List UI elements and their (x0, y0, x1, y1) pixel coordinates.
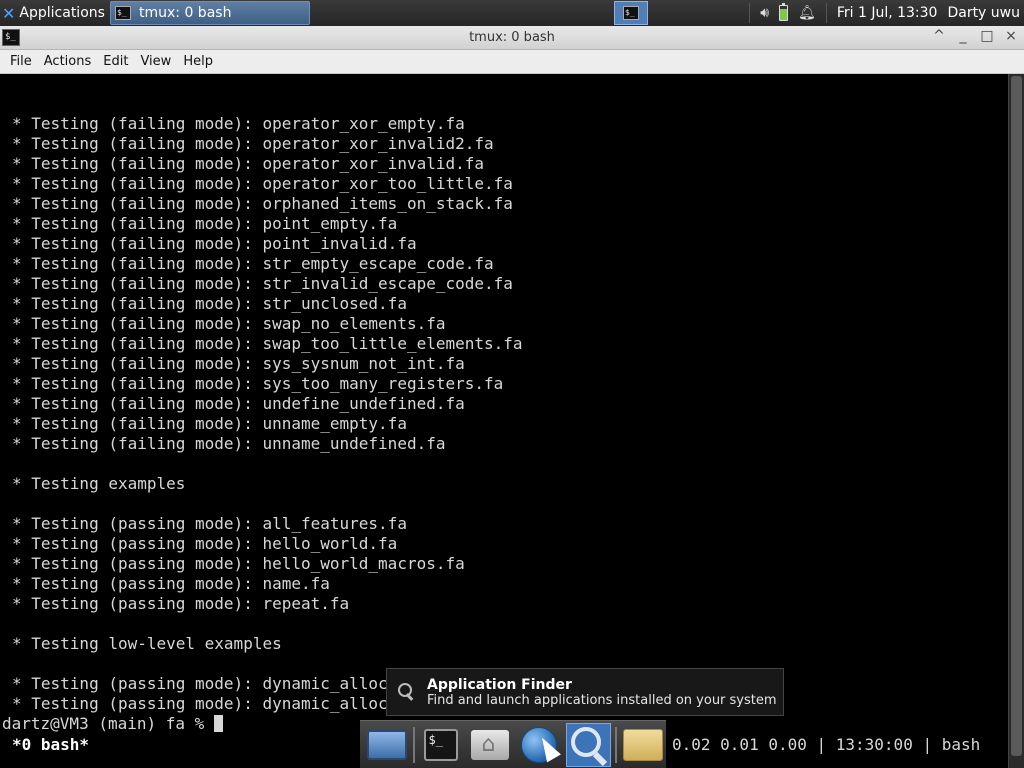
terminal-line: * Testing (passing mode): hello_world.fa (12, 534, 398, 553)
terminal-line: * Testing (failing mode): unname_empty.f… (12, 414, 407, 433)
maximize-button[interactable]: □ (980, 28, 994, 44)
terminal-line: * Testing (failing mode): sys_sysnum_not… (12, 354, 465, 373)
terminal-line: * Testing (failing mode): operator_xor_i… (12, 154, 485, 173)
terminal-line: * Testing (failing mode): point_empty.fa (12, 214, 398, 233)
notification-bell-icon[interactable]: 🔔︎ (798, 5, 816, 21)
taskbar-window-title: tmux: 0 bash (139, 5, 232, 21)
shade-button[interactable]: ^ (932, 28, 946, 44)
menu-view[interactable]: View (134, 54, 177, 69)
menu-bar: File Actions Edit View Help (0, 50, 1024, 74)
terminal-line: * Testing examples (12, 474, 186, 493)
menu-edit[interactable]: Edit (97, 54, 134, 69)
window-title: tmux: 0 bash (469, 30, 555, 45)
terminal-line: * Testing (failing mode): orphaned_items… (12, 194, 513, 213)
terminal-line: * Testing (failing mode): unname_undefin… (12, 434, 446, 453)
window-titlebar[interactable]: $_ tmux: 0 bash ^ _ □ × (0, 26, 1024, 50)
terminal-line: * Testing (passing mode): all_features.f… (12, 514, 407, 533)
system-tray: 🔊︎ 🔔︎ Fri 1 Jul, 13:30 Darty uwu (749, 0, 1024, 26)
show-desktop-button[interactable] (364, 723, 409, 767)
terminal-icon: $_ (623, 6, 639, 20)
xfce-icon: ✕ (2, 3, 16, 23)
panel-separator (825, 3, 827, 23)
terminal-line: * Testing (failing mode): operator_xor_i… (12, 134, 494, 153)
terminal-line: * Testing (failing mode): sys_too_many_r… (12, 374, 504, 393)
terminal-line: * Testing (failing mode): swap_no_elemen… (12, 314, 446, 333)
terminal-line: * Testing (failing mode): operator_xor_e… (12, 114, 465, 133)
user-menu[interactable]: Darty uwu (947, 5, 1020, 21)
menu-help[interactable]: Help (177, 54, 219, 69)
terminal-line: * Testing (passing mode): hello_world_ma… (12, 554, 465, 573)
terminal-line: * Testing (failing mode): str_unclosed.f… (12, 294, 407, 313)
taskbar-window-button[interactable]: $_ tmux: 0 bash (110, 1, 310, 25)
terminal-icon: $_ (424, 728, 459, 761)
folder-launcher[interactable] (621, 723, 666, 767)
tmux-window-list: *0 bash* (12, 735, 90, 754)
minimize-button[interactable]: _ (956, 28, 970, 44)
dock-panel: $_ (360, 720, 666, 768)
top-panel: ✕ Applications $_ tmux: 0 bash $_ 🔊︎ 🔔︎ … (0, 0, 1024, 26)
magnifier-icon (395, 681, 417, 703)
panel-separator (749, 3, 751, 23)
text-cursor (213, 715, 223, 732)
terminal-line: * Testing (failing mode): str_empty_esca… (12, 254, 494, 273)
terminal-launcher[interactable]: $_ (419, 723, 464, 767)
terminal-icon: $_ (115, 6, 131, 20)
close-button[interactable]: × (1004, 28, 1018, 44)
show-desktop-icon (366, 729, 407, 760)
panel-clock[interactable]: Fri 1 Jul, 13:30 (837, 5, 938, 21)
home-folder-icon (471, 729, 510, 760)
tooltip-description: Find and launch applications installed o… (427, 692, 777, 708)
volume-icon[interactable]: 🔊︎ (760, 5, 769, 21)
app-finder-tooltip: Application Finder Find and launch appli… (386, 668, 784, 716)
terminal-icon[interactable]: $_ (2, 29, 20, 46)
applications-menu[interactable]: ✕ Applications (0, 0, 108, 26)
terminal-scrollbar[interactable] (1008, 74, 1024, 768)
menu-actions[interactable]: Actions (38, 54, 98, 69)
terminal-lines: * Testing (failing mode): operator_xor_e… (12, 114, 1008, 714)
dock-separator (413, 726, 415, 763)
workspace-switcher[interactable]: $_ (614, 1, 648, 25)
terminal-line: * Testing (failing mode): swap_too_littl… (12, 334, 523, 353)
tooltip-title: Application Finder (427, 676, 572, 693)
applications-label: Applications (19, 5, 105, 21)
battery-icon[interactable] (779, 3, 789, 21)
tmux-status-right: 0.02 0.01 0.00 | 13:30:00 | bash (672, 735, 981, 754)
terminal-line: * Testing (failing mode): point_invalid.… (12, 234, 417, 253)
menu-file[interactable]: File (4, 54, 38, 69)
terminal-line: * Testing low-level examples (12, 634, 282, 653)
dock-separator (615, 726, 617, 763)
terminal-output[interactable]: * Testing (failing mode): operator_xor_e… (0, 74, 1008, 768)
application-finder-launcher[interactable] (565, 722, 611, 767)
folder-icon (623, 728, 664, 761)
scrollbar-thumb[interactable] (1011, 76, 1022, 756)
window-controls: ^ _ □ × (932, 28, 1018, 44)
terminal-line: * Testing (passing mode): name.fa (12, 574, 330, 593)
terminal-line: * Testing (passing mode): repeat.fa (12, 594, 350, 613)
terminal-line: * Testing (failing mode): operator_xor_t… (12, 174, 513, 193)
home-folder-launcher[interactable] (468, 723, 513, 767)
terminal-line: * Testing (failing mode): undefine_undef… (12, 394, 465, 413)
shell-prompt[interactable]: dartz@VM3 (main) fa % (2, 714, 223, 734)
terminal-line: * Testing (failing mode): str_invalid_es… (12, 274, 513, 293)
prompt-text: dartz@VM3 (main) fa % (2, 714, 214, 733)
